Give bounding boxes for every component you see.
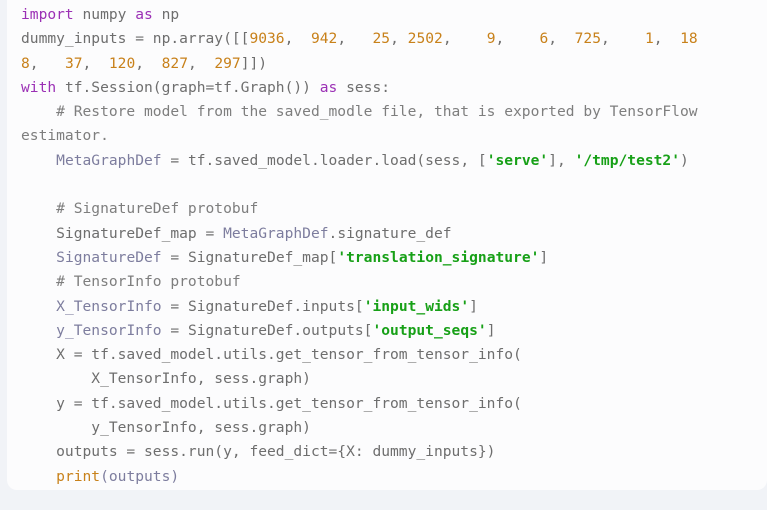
code-token-pln: np — [152, 6, 180, 23]
code-token-num: 725 — [565, 30, 602, 48]
code-listing[interactable]: import numpy as np dummy_inputs = np.arra… — [21, 3, 755, 489]
code-token-num: 6 — [513, 30, 549, 48]
code-token-pln: , — [337, 30, 355, 48]
code-token-pln — [21, 249, 56, 266]
code-token-pln: ] — [539, 248, 549, 266]
code-token-pln — [21, 152, 56, 169]
code-token-pln: y_TensorInfo, sess.graph) — [21, 419, 311, 437]
code-token-pln: X_TensorInfo, sess.graph) — [21, 370, 311, 388]
code-block-body[interactable]: import numpy as np dummy_inputs = np.arra… — [7, 0, 767, 490]
code-token-fn: print — [56, 467, 101, 485]
code-line: X_TensorInfo, sess.graph) — [21, 367, 755, 391]
code-token-var: (outputs) — [100, 467, 180, 485]
code-token-pln: , — [284, 30, 303, 48]
code-token-pln: , — [29, 54, 48, 72]
code-token-pln: ]]) — [240, 54, 268, 72]
code-token-pln: = SignatureDef_map[ — [161, 248, 338, 266]
code-token-kw: as — [135, 6, 153, 23]
code-token-cmt: # TensorInfo protobuf — [21, 273, 241, 291]
code-token-pln: numpy — [73, 6, 136, 23]
code-line: # Restore model from the saved_modle fil… — [21, 100, 755, 124]
code-token-num: 1 — [618, 30, 654, 48]
code-token-cmt: # SignatureDef protobuf — [21, 200, 259, 218]
code-line: dummy_inputs = np.array([[9036, 942, 25,… — [21, 27, 755, 51]
code-token-pln: , — [135, 54, 153, 72]
code-token-pln: tf.Session(graph=tf.Graph()) — [56, 78, 320, 96]
code-token-pln: ) — [680, 151, 689, 169]
code-token-pln: , — [601, 30, 619, 48]
code-token-num: 942 — [302, 30, 338, 48]
code-token-kw: as — [319, 78, 338, 96]
code-token-pln: outputs = sess.run(y, feed_dict={X: dumm… — [21, 443, 496, 461]
code-token-kw: with — [21, 78, 57, 96]
code-line: y_TensorInfo = SignatureDef.outputs['out… — [21, 319, 755, 343]
code-token-pln: , — [188, 54, 206, 72]
code-line: # TensorInfo protobuf — [21, 270, 755, 294]
code-line: y_TensorInfo, sess.graph) — [21, 416, 755, 440]
code-token-num: 297 — [205, 54, 241, 72]
code-token-num: 2502 — [407, 30, 443, 48]
code-token-str: 'serve' — [486, 151, 549, 169]
code-line: print(outputs) — [21, 465, 755, 489]
code-token-pln: , — [495, 30, 514, 48]
code-token-pln: ] — [486, 321, 496, 339]
code-line: estimator. — [21, 124, 755, 148]
code-token-num: 25 — [354, 30, 391, 48]
code-token-pln: SignatureDef_map = — [21, 224, 224, 242]
code-token-pln: , — [653, 30, 672, 48]
code-token-pln: = SignatureDef.inputs[ — [161, 297, 364, 315]
code-token-pln: ] — [469, 297, 478, 315]
code-token-pln: sess: — [337, 78, 391, 96]
code-token-num: 37 — [47, 54, 83, 72]
code-line: # SignatureDef protobuf — [21, 197, 755, 221]
code-line: with tf.Session(graph=tf.Graph()) as ses… — [21, 76, 755, 100]
code-token-pln: .signature_def — [328, 224, 452, 242]
code-line: SignatureDef_map = MetaGraphDef.signatur… — [21, 222, 755, 246]
code-token-pln — [21, 468, 56, 485]
code-line: 8, 37, 120, 827, 297]]) — [21, 52, 755, 76]
code-token-pln: ], — [548, 151, 575, 169]
code-token-cmt: # Restore model from the saved_modle fil… — [21, 103, 698, 121]
code-line: SignatureDef = SignatureDef_map['transla… — [21, 246, 755, 270]
code-token-pln: = SignatureDef.outputs[ — [161, 321, 373, 339]
code-token-pln: X = tf.saved_model.utils.get_tensor_from… — [21, 346, 522, 364]
code-line: outputs = sess.run(y, feed_dict={X: dumm… — [21, 440, 755, 464]
code-token-var: MetaGraphDef — [56, 151, 162, 169]
code-token-num: 827 — [152, 54, 188, 72]
code-token-pln: = tf.saved_model.loader.load(sess, [ — [161, 151, 487, 169]
code-token-str: 'output_seqs' — [372, 321, 487, 339]
code-token-str: '/tmp/test2' — [574, 151, 680, 169]
code-token-kw: import — [21, 6, 74, 23]
code-line: import numpy as np — [21, 3, 755, 27]
code-block-card: import numpy as np dummy_inputs = np.arra… — [7, 0, 767, 490]
code-line: y = tf.saved_model.utils.get_tensor_from… — [21, 392, 755, 416]
code-token-num: 9 — [460, 30, 496, 48]
code-line: X_TensorInfo = SignatureDef.inputs['inpu… — [21, 295, 755, 319]
code-token-pln: , — [390, 30, 408, 48]
code-token-str: 'translation_signature' — [337, 248, 540, 266]
code-token-var: SignatureDef — [56, 248, 162, 266]
code-line: MetaGraphDef = tf.saved_model.loader.loa… — [21, 149, 755, 173]
code-token-pln: dummy_inputs = np.array([[ — [21, 30, 250, 48]
code-token-pln: y = tf.saved_model.utils.get_tensor_from… — [21, 394, 522, 412]
code-token-pln: , — [548, 30, 566, 48]
code-token-var: MetaGraphDef — [223, 224, 329, 242]
code-token-str: 'input_wids' — [363, 297, 470, 315]
code-token-num: 9036 — [249, 30, 285, 48]
code-token-var: X_TensorInfo — [56, 297, 162, 315]
code-token-pln — [21, 298, 56, 315]
code-token-pln: , — [442, 30, 461, 48]
code-token-var: y_TensorInfo — [56, 321, 162, 339]
code-token-cmt: estimator. — [21, 127, 109, 145]
code-token-pln: , — [82, 54, 101, 72]
code-token-num: 8 — [21, 54, 30, 72]
code-line: X = tf.saved_model.utils.get_tensor_from… — [21, 343, 755, 367]
code-token-pln — [21, 322, 56, 339]
code-token-num: 120 — [100, 54, 136, 72]
code-token-num: 18 — [671, 30, 698, 48]
